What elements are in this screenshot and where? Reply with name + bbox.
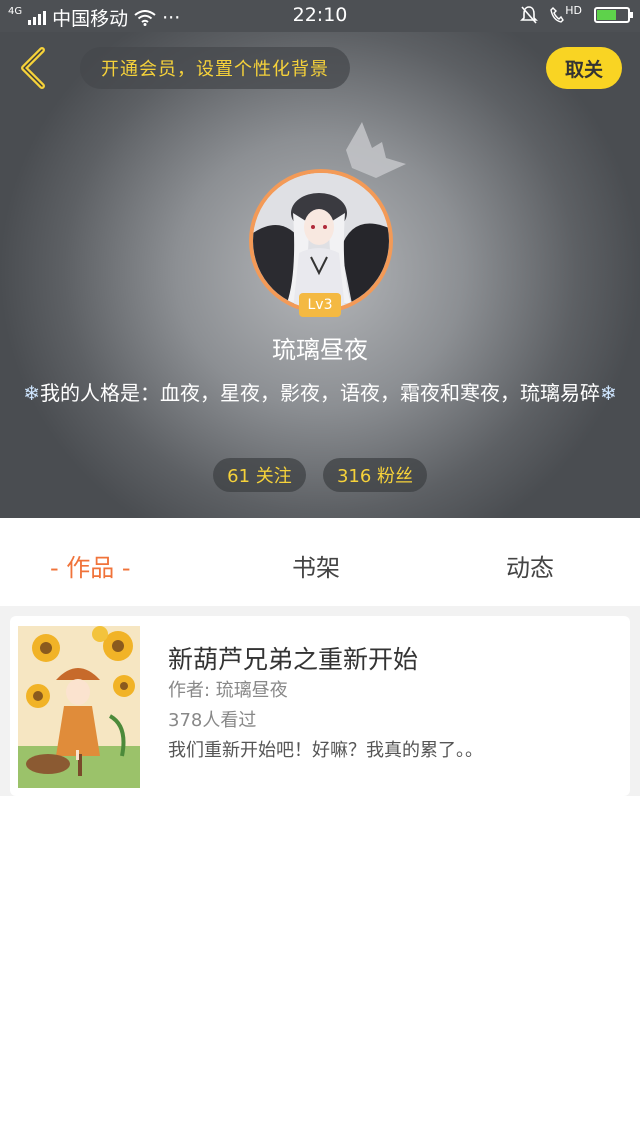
- level-badge: Lv3: [299, 293, 341, 317]
- unfollow-button[interactable]: 取关: [546, 47, 622, 89]
- work-description: 我们重新开始吧！好嘛？我真的累了。。: [168, 740, 483, 761]
- tab-activity[interactable]: 动态: [506, 548, 554, 583]
- tab-bookshelf[interactable]: 书架: [292, 548, 340, 583]
- followers-count[interactable]: 316 粉丝: [323, 458, 427, 492]
- avatar[interactable]: [249, 169, 393, 313]
- hd-label: HD: [565, 3, 582, 17]
- tab-bar: - 作品 - 书架 动态: [0, 518, 640, 606]
- work-views: 378人看过: [168, 710, 257, 731]
- snowflake-icon: ❄: [600, 381, 617, 405]
- cover-image: [18, 626, 140, 788]
- vip-background-prompt[interactable]: 开通会员，设置个性化背景: [80, 47, 350, 89]
- bio-text: 我的人格是：血夜，星夜，影夜，语夜，霜夜和寒夜，琉璃易碎: [40, 381, 600, 405]
- back-arrow-icon[interactable]: [14, 46, 54, 90]
- tab-works[interactable]: - 作品 -: [50, 548, 131, 583]
- book-cover[interactable]: [18, 626, 140, 788]
- bio: ❄我的人格是：血夜，星夜，影夜，语夜，霜夜和寒夜，琉璃易碎❄: [6, 378, 634, 408]
- profile-header: 开通会员，设置个性化背景 取关 Lv3 琉璃昼夜 ❄我的人格是：血夜，星夜，影夜…: [0, 32, 640, 518]
- work-author: 作者: 琉璃昼夜: [168, 680, 288, 701]
- following-count[interactable]: 61 关注: [213, 458, 306, 492]
- work-card[interactable]: 新葫芦兄弟之重新开始 作者: 琉璃昼夜 378人看过 我们重新开始吧！好嘛？我真…: [10, 616, 630, 796]
- mute-bell-icon: [520, 6, 539, 24]
- hd-call-icon: HD: [550, 3, 582, 23]
- avatar-image: [253, 173, 389, 309]
- username: 琉璃昼夜: [272, 336, 368, 364]
- work-title[interactable]: 新葫芦兄弟之重新开始: [168, 640, 418, 676]
- battery-icon: [594, 7, 633, 23]
- status-bar: 4G 中国移动 ··· 22:10 HD: [0, 0, 640, 32]
- snowflake-icon: ❄: [23, 381, 40, 405]
